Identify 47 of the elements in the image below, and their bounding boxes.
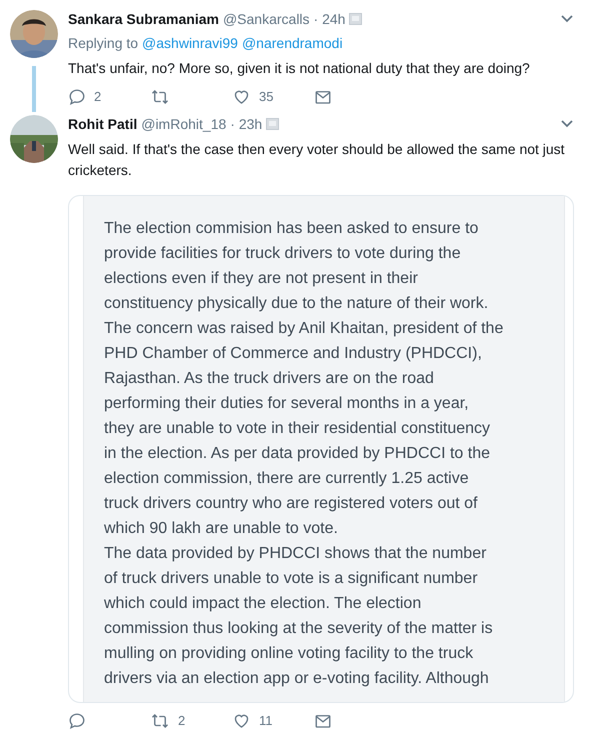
like-count: 35 (259, 88, 274, 106)
article-text: drivers via an election app or e-voting facility. Although (104, 669, 490, 689)
article-text: The data provided by PHDCCI shows that the number (104, 544, 488, 564)
article-text: which could impact the election. The election (104, 594, 422, 614)
tweet-text: Well said. If that's the case then every voter should be allowed the same not just (68, 140, 566, 159)
retweet-count: 2 (178, 712, 186, 730)
retweet-icon[interactable] (150, 712, 170, 730)
mail-icon[interactable] (314, 88, 332, 106)
article-text: provide facilities for truck drivers to vote during the (104, 244, 462, 264)
image-icon (349, 13, 362, 25)
timestamp[interactable]: · 24h (314, 10, 346, 28)
article-text: The election commision has been asked to ensure to (104, 219, 480, 239)
article-text: The concern was raised by Anil Khaitan, president of the (104, 319, 504, 339)
chevron-down-icon[interactable] (560, 119, 574, 129)
article-text: elections even if they are not present in their (104, 269, 419, 289)
mention-link[interactable]: @ashwinravi99 (142, 34, 238, 52)
article-text: mulling on providing online voting facility to the truck (104, 644, 474, 664)
user-handle[interactable]: @Sankarcalls (222, 10, 310, 28)
tweet-text: cricketers. (68, 161, 133, 180)
article-text: constituency physically due to the nature of their work. (104, 294, 490, 314)
article-text: election commission, there are currently 1.25 active (104, 469, 470, 489)
article-text: they are unable to vote in their residential constituency (104, 419, 492, 439)
article-text: PHD Chamber of Commerce and Industry (PHDCCI), (104, 344, 483, 364)
article-text: performing their duties for several months in a year, (104, 394, 470, 414)
chevron-down-icon[interactable] (560, 14, 574, 24)
mail-icon[interactable] (314, 712, 332, 730)
timestamp[interactable]: · 23h (230, 115, 262, 133)
article-text: which 90 lakh are unable to vote. (104, 519, 339, 539)
image-icon (266, 118, 280, 130)
article-text: truck drivers country who are registered voters out of (104, 494, 478, 514)
heart-icon[interactable] (232, 712, 251, 730)
tweet-text: That's unfair, no? More so, given it is not national duty that they are doing? (68, 59, 531, 78)
reply-icon[interactable] (68, 88, 86, 106)
display-name[interactable]: Sankara Subramaniam (68, 10, 219, 28)
article-text: commission thus looking at the severity of the matter is (104, 619, 494, 639)
heart-icon[interactable] (232, 88, 251, 106)
article-text: in the election. As per data provided by PHDCCI to the (104, 444, 491, 464)
mention-link[interactable]: @narendramodi (242, 34, 343, 52)
user-handle[interactable]: @imRohit_18 (141, 115, 226, 133)
retweet-icon[interactable] (150, 88, 170, 106)
replying-label: Replying to (68, 34, 138, 52)
reply-count: 2 (94, 88, 102, 106)
article-text: Rajasthan. As the truck drivers are on the road (104, 369, 435, 389)
article-text: of truck drivers unable to vote is a significant number (104, 569, 479, 589)
reply-icon[interactable] (68, 712, 86, 730)
like-count: 11 (259, 712, 272, 730)
display-name[interactable]: Rohit Patil (68, 115, 138, 133)
